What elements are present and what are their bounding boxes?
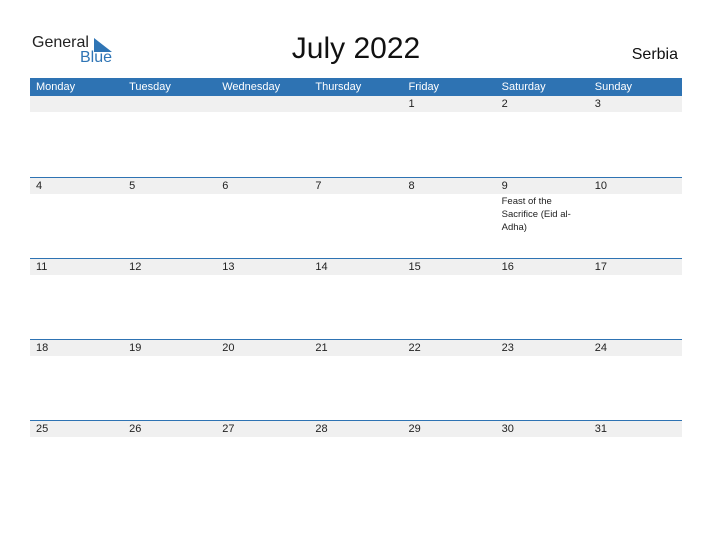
week-row: 4 5 6 7 8 9 10 Feast of the Sacrifice (Eid al-A…	[30, 177, 682, 259]
day-number: 30	[501, 423, 514, 435]
week-row: 11 12 13 14 15 16 17	[30, 258, 682, 340]
day-notes-row	[30, 112, 682, 113]
day-note	[589, 194, 682, 234]
day-number: 9	[501, 180, 508, 192]
day-number: 28	[315, 423, 328, 435]
day-note: Feast of the Sacrifice (Eid al-Adha)	[496, 194, 589, 234]
day-number: 20	[222, 342, 235, 354]
day-note	[123, 194, 216, 234]
day-number: 31	[594, 423, 607, 435]
day-note	[496, 437, 589, 438]
weekday-monday: Monday	[36, 81, 76, 93]
day-number-row: 11 12 13 14 15 16 17	[30, 259, 682, 275]
day-number	[216, 96, 309, 112]
day-note	[403, 437, 496, 438]
weekday-header: Monday Tuesday Wednesday Thursday Friday…	[30, 78, 682, 96]
day-number: 17	[594, 261, 607, 273]
day-number: 16	[501, 261, 514, 273]
day-number: 14	[315, 261, 328, 273]
day-number: 26	[129, 423, 142, 435]
day-note	[403, 194, 496, 234]
day-note	[403, 275, 496, 276]
day-number: 6	[222, 180, 229, 192]
day-note	[496, 275, 589, 276]
day-note	[589, 437, 682, 438]
weekday-thursday: Thursday	[315, 81, 362, 93]
day-number-row: 18 19 20 21 22 23 24	[30, 340, 682, 356]
weekday-saturday: Saturday	[501, 81, 546, 93]
day-note	[30, 112, 123, 113]
day-note	[123, 275, 216, 276]
day-note	[216, 112, 309, 113]
day-number: 1	[408, 98, 415, 110]
day-number: 15	[408, 261, 421, 273]
day-note	[30, 356, 123, 357]
day-notes-row	[30, 437, 682, 438]
day-number	[309, 96, 402, 112]
day-note	[589, 112, 682, 113]
day-number: 4	[36, 180, 43, 192]
day-note	[30, 275, 123, 276]
day-number	[123, 96, 216, 112]
day-number: 19	[129, 342, 142, 354]
day-number-row: 1 2 3	[30, 96, 682, 112]
day-number: 23	[501, 342, 514, 354]
day-number: 12	[129, 261, 142, 273]
day-number: 18	[36, 342, 49, 354]
day-number: 22	[408, 342, 421, 354]
day-note	[216, 275, 309, 276]
country-label: Serbia	[631, 46, 678, 63]
week-row: 25 26 27 28 29 30 31	[30, 420, 682, 502]
day-number-row: 25 26 27 28 29 30 31	[30, 421, 682, 437]
day-note	[496, 356, 589, 357]
day-number: 25	[36, 423, 49, 435]
day-note	[496, 112, 589, 113]
day-note	[216, 437, 309, 438]
day-number: 7	[315, 180, 322, 192]
day-note	[30, 194, 123, 234]
day-number: 24	[594, 342, 607, 354]
day-note	[403, 112, 496, 113]
day-number: 27	[222, 423, 235, 435]
day-note	[123, 356, 216, 357]
day-note	[123, 437, 216, 438]
day-note	[309, 194, 402, 234]
week-row: 1 2 3	[30, 96, 682, 177]
holiday-text: Feast of the Sacrifice (Eid al-Adha)	[501, 196, 571, 233]
day-number: 29	[408, 423, 421, 435]
day-note	[403, 356, 496, 357]
day-number: 2	[501, 98, 508, 110]
day-number: 8	[408, 180, 415, 192]
day-note	[309, 437, 402, 438]
weekday-wednesday: Wednesday	[222, 81, 281, 93]
day-note	[123, 112, 216, 113]
day-number	[30, 96, 123, 112]
day-number: 21	[315, 342, 328, 354]
week-row: 18 19 20 21 22 23 24	[30, 339, 682, 421]
weekday-tuesday: Tuesday	[129, 81, 171, 93]
day-note	[589, 275, 682, 276]
day-number: 10	[594, 180, 607, 192]
day-note	[216, 194, 309, 234]
day-note	[30, 437, 123, 438]
day-number: 13	[222, 261, 235, 273]
day-note	[309, 112, 402, 113]
weekday-friday: Friday	[408, 81, 440, 93]
day-number: 11	[36, 261, 48, 273]
day-note	[309, 275, 402, 276]
day-number: 5	[129, 180, 136, 192]
day-note	[309, 356, 402, 357]
day-number-row: 4 5 6 7 8 9 10	[30, 178, 682, 194]
day-notes-row	[30, 356, 682, 357]
day-note	[216, 356, 309, 357]
day-note	[589, 356, 682, 357]
day-notes-row: Feast of the Sacrifice (Eid al-Adha)	[30, 194, 682, 234]
day-number: 3	[594, 98, 601, 110]
weekday-sunday: Sunday	[594, 81, 633, 93]
day-notes-row	[30, 275, 682, 276]
calendar-title: July 2022	[291, 32, 421, 65]
